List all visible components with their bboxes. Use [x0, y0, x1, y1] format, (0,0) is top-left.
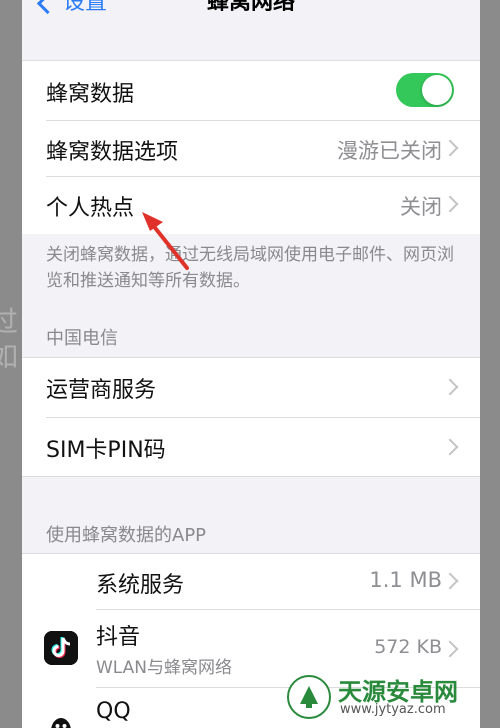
background-ghost-text: 如	[0, 340, 19, 373]
personal-hotspot-row[interactable]: 个人热点 关闭	[22, 176, 480, 234]
site-logo-icon	[287, 675, 331, 719]
app-name: 系统服务	[96, 573, 185, 598]
chevron-right-icon	[441, 572, 459, 590]
chevron-right-icon	[441, 139, 459, 157]
personal-hotspot-value: 关闭	[400, 195, 442, 219]
sim-pin-row[interactable]: SIM卡PIN码	[22, 417, 480, 477]
tiktok-icon	[44, 631, 78, 665]
app-row-system-services[interactable]: 系统服务 1.1 MB	[22, 553, 480, 609]
carrier-section-header: 中国电信	[46, 328, 118, 349]
chevron-right-icon	[441, 640, 459, 658]
apps-section-header: 使用蜂窝数据的APP	[46, 525, 207, 546]
carrier-services-label: 运营商服务	[46, 378, 157, 403]
app-name: 抖音	[96, 625, 141, 650]
cellular-options-label: 蜂窝数据选项	[46, 140, 179, 165]
cellular-options-row[interactable]: 蜂窝数据选项 漫游已关闭	[22, 120, 480, 176]
chevron-right-icon	[441, 438, 459, 456]
watermark-url: www.jytyaz.com	[340, 702, 446, 717]
app-data-size: 1.1 MB	[369, 568, 442, 592]
carrier-group: 运营商服务 SIM卡PIN码	[22, 357, 480, 477]
site-watermark: 天源安卓网 www.jytyaz.com	[286, 672, 486, 722]
navigation-bar: 设置 蜂窝网络	[22, 0, 480, 24]
chevron-right-icon	[441, 378, 459, 396]
cellular-data-label: 蜂窝数据	[46, 82, 135, 107]
background-right-panel	[480, 0, 500, 728]
cellular-data-toggle[interactable]	[396, 73, 454, 107]
cellular-data-row: 蜂窝数据	[22, 60, 480, 120]
cellular-options-value: 漫游已关闭	[337, 139, 442, 163]
app-network-subtitle: WLAN与蜂窝网络	[96, 658, 233, 678]
personal-hotspot-label: 个人热点	[46, 196, 135, 221]
page-title: 蜂窝网络	[206, 0, 295, 15]
background-left-panel: 过 如	[0, 0, 22, 728]
app-data-size: 572 KB	[374, 636, 442, 658]
carrier-services-row[interactable]: 运营商服务	[22, 357, 480, 417]
cellular-footnote: 关闭蜂窝数据，通过无线局域网使用电子邮件、网页浏览和推送通知等所有数据。	[46, 245, 454, 291]
app-name: QQ	[96, 699, 131, 724]
settings-screen: 设置 蜂窝网络 蜂窝数据 蜂窝数据选项 漫游已关闭 个人热点 关闭 关闭蜂窝数据…	[22, 0, 480, 728]
chevron-right-icon	[441, 195, 459, 213]
cellular-settings-group: 蜂窝数据 蜂窝数据选项 漫游已关闭 个人热点 关闭	[22, 60, 480, 234]
background-ghost-text: 过	[0, 305, 19, 338]
toggle-knob	[422, 75, 452, 105]
qq-icon	[44, 711, 78, 728]
sim-pin-label: SIM卡PIN码	[46, 438, 166, 463]
divider	[22, 476, 480, 477]
